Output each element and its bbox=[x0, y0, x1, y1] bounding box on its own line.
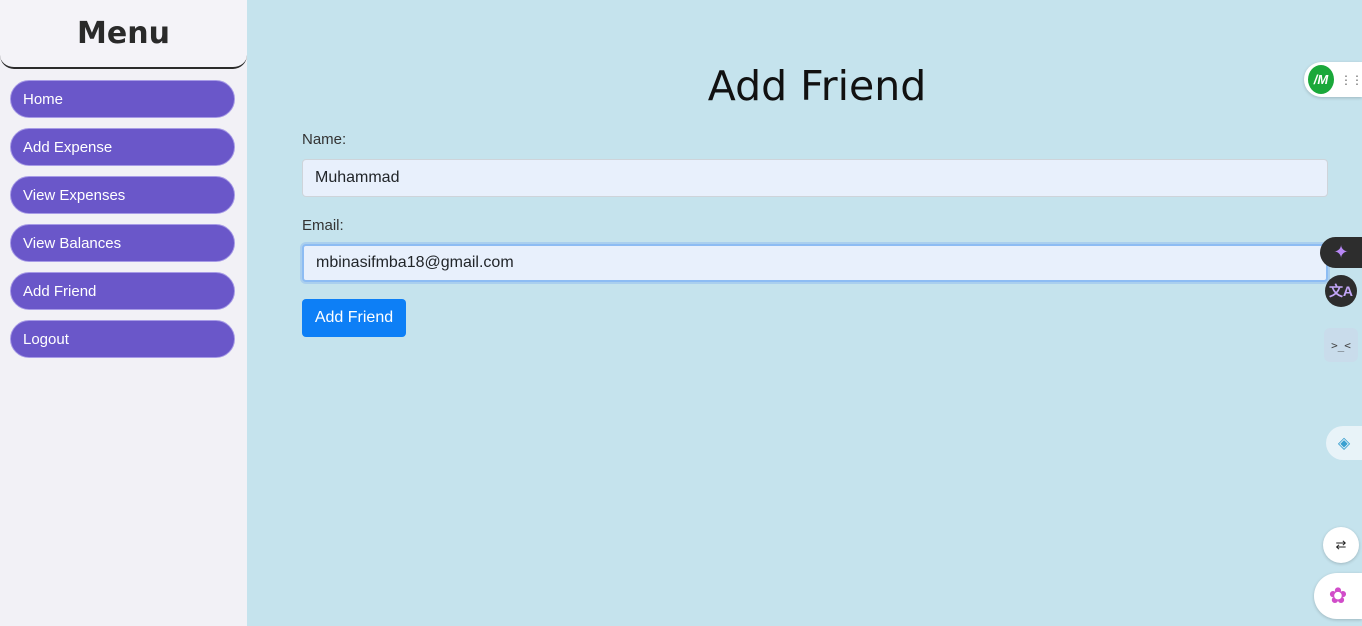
name-label: Name: bbox=[302, 131, 347, 148]
layers-icon[interactable]: ◈ bbox=[1326, 426, 1362, 460]
sidebar-header: Menu bbox=[0, 0, 247, 69]
sidebar-item-logout[interactable]: Logout bbox=[10, 320, 235, 358]
sidebar-title: Menu bbox=[77, 16, 170, 51]
main-content: Add Friend Name: Email: Add Friend bbox=[247, 0, 1362, 626]
sidebar-item-view-expenses[interactable]: View Expenses bbox=[10, 176, 235, 214]
sidebar: Menu Home Add Expense View Expenses View… bbox=[0, 0, 247, 626]
sparkle-icon[interactable]: ✦ bbox=[1320, 237, 1362, 268]
sidebar-item-add-expense[interactable]: Add Expense bbox=[10, 128, 235, 166]
page-title: Add Friend bbox=[707, 62, 927, 110]
translate-icon[interactable]: 文A bbox=[1325, 275, 1357, 307]
m-extension-icon: /M bbox=[1308, 65, 1334, 94]
email-input[interactable] bbox=[302, 244, 1328, 282]
sidebar-menu: Home Add Expense View Expenses View Bala… bbox=[10, 80, 235, 368]
sidebar-item-add-friend[interactable]: Add Friend bbox=[10, 272, 235, 310]
code-extension-icon[interactable]: >_< bbox=[1324, 328, 1358, 362]
sidebar-item-home[interactable]: Home bbox=[10, 80, 235, 118]
add-friend-button[interactable]: Add Friend bbox=[302, 299, 406, 337]
language-switch-icon[interactable]: ⇄ bbox=[1323, 527, 1359, 563]
name-input[interactable] bbox=[302, 159, 1328, 197]
drag-handle-icon[interactable]: ⋮⋮ bbox=[1340, 73, 1362, 87]
email-label: Email: bbox=[302, 217, 344, 234]
extension-m-widget[interactable]: /M ⋮⋮ bbox=[1304, 62, 1362, 97]
brain-icon[interactable]: ✿ bbox=[1314, 573, 1362, 619]
sidebar-item-view-balances[interactable]: View Balances bbox=[10, 224, 235, 262]
